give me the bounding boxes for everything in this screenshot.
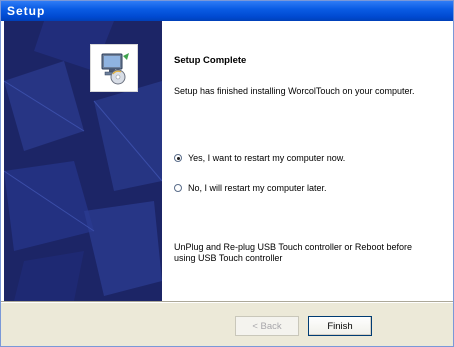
page-title: Setup Complete bbox=[174, 55, 247, 66]
restart-later-radio[interactable] bbox=[174, 184, 182, 192]
usb-note-line-2: using USB Touch controller bbox=[174, 253, 283, 263]
usb-note-line-1: UnPlug and Re-plug USB Touch controller … bbox=[174, 242, 412, 252]
restart-later-label[interactable]: No, I will restart my computer later. bbox=[188, 183, 327, 193]
restart-now-label[interactable]: Yes, I want to restart my computer now. bbox=[188, 153, 345, 163]
back-button[interactable]: < Back bbox=[235, 316, 299, 336]
restart-later-option[interactable]: No, I will restart my computer later. bbox=[174, 182, 327, 194]
wizard-content: Setup Complete Setup has finished instal… bbox=[174, 21, 444, 301]
finish-button[interactable]: Finish bbox=[308, 316, 372, 336]
title-bar[interactable]: Setup bbox=[1, 1, 453, 21]
sidebar-artwork bbox=[4, 21, 162, 301]
window-title: Setup bbox=[7, 4, 46, 18]
wizard-footer: < Back Finish bbox=[1, 303, 453, 346]
wizard-body: Setup Complete Setup has finished instal… bbox=[1, 21, 453, 301]
restart-now-radio[interactable] bbox=[174, 154, 182, 162]
setup-installer-icon bbox=[90, 44, 138, 92]
usb-note: UnPlug and Re-plug USB Touch controller … bbox=[174, 242, 444, 264]
wizard-sidebar bbox=[4, 21, 162, 301]
setup-window: Setup Setup Complete Setup has finished … bbox=[0, 0, 454, 347]
completion-description: Setup has finished installing WorcolTouc… bbox=[174, 86, 415, 96]
restart-now-option[interactable]: Yes, I want to restart my computer now. bbox=[174, 152, 345, 164]
